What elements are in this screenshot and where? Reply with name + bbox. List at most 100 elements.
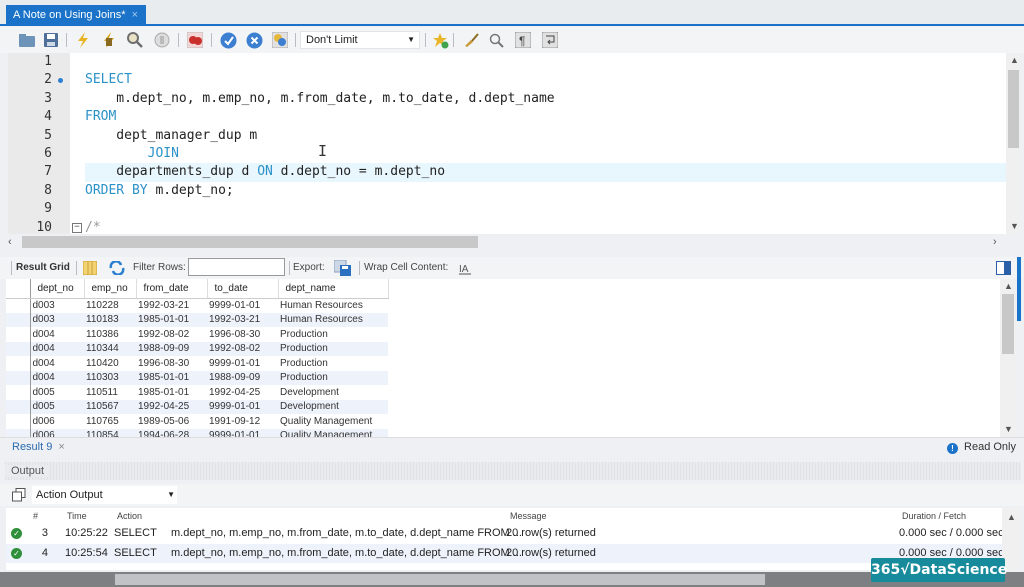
tab-result-9[interactable]: Result 9 × [12, 441, 65, 453]
table-cell[interactable]: 1996-08-30 [207, 327, 278, 342]
table-cell[interactable]: 9999-01-01 [207, 399, 278, 414]
table-cell[interactable]: Development [278, 385, 388, 400]
close-result-tab-icon[interactable]: × [58, 441, 64, 453]
table-cell[interactable]: 110420 [84, 356, 136, 371]
table-cell[interactable]: 110183 [84, 312, 136, 327]
table-cell[interactable]: 1985-01-01 [136, 370, 207, 385]
result-grid[interactable]: dept_no emp_no from_date to_date dept_na… [6, 279, 1000, 437]
table-cell[interactable]: 1988-09-09 [136, 341, 207, 356]
table-cell[interactable]: 9999-01-01 [207, 428, 278, 437]
column-header-to-date[interactable]: to_date [207, 279, 279, 299]
scroll-up-icon[interactable]: ▲ [1007, 512, 1016, 522]
execute-statement-icon[interactable] [100, 31, 118, 49]
table-cell[interactable]: Production [278, 356, 388, 371]
find-icon[interactable] [487, 31, 505, 49]
scroll-down-icon[interactable]: ▼ [1010, 221, 1019, 231]
panel-toggle-icon[interactable] [994, 259, 1012, 277]
row-header[interactable] [6, 414, 31, 429]
table-cell[interactable]: 1992-04-25 [136, 399, 207, 414]
row-header[interactable] [6, 399, 31, 414]
autocommit-icon[interactable] [271, 31, 289, 49]
table-cell[interactable]: Production [278, 370, 388, 385]
explain-icon[interactable] [126, 31, 144, 49]
sql-editor[interactable]: 1 2 SELECT 3 m.dept_no, m.emp_no, m.from_… [8, 53, 1006, 234]
toggle-error-icon[interactable] [186, 31, 204, 49]
table-cell[interactable]: d004 [30, 370, 84, 385]
table-cell[interactable]: Human Resources [278, 312, 388, 327]
table-row[interactable]: d003 110183 1985-01-01 1992-03-21 Human Reso… [6, 312, 388, 327]
table-cell[interactable]: 1994-06-28 [136, 428, 207, 437]
row-header[interactable] [6, 298, 31, 313]
export-icon[interactable] [333, 259, 351, 277]
execute-icon[interactable] [74, 31, 92, 49]
wrap-cell-icon[interactable]: IA [456, 259, 474, 277]
table-cell[interactable]: d004 [30, 356, 84, 371]
row-header[interactable] [6, 370, 31, 385]
table-cell[interactable]: 1985-01-01 [136, 312, 207, 327]
grid-vertical-scrollbar[interactable]: ▲ ▼ [1000, 279, 1016, 437]
table-cell[interactable]: Production [278, 341, 388, 356]
scrollbar-thumb[interactable] [1008, 70, 1019, 148]
table-row[interactable]: d004 110420 1996-08-30 9999-01-01 Production [6, 356, 388, 371]
table-cell[interactable]: Quality Management [278, 414, 388, 429]
column-header-dept-no[interactable]: dept_no [30, 279, 85, 299]
add-snippet-icon[interactable] [431, 31, 449, 49]
copy-icon[interactable] [10, 486, 28, 504]
column-header-emp-no[interactable]: emp_no [84, 279, 137, 299]
row-header[interactable] [6, 385, 31, 400]
table-cell[interactable]: d006 [30, 414, 84, 429]
table-cell[interactable]: 110303 [84, 370, 136, 385]
table-cell[interactable]: 1992-03-21 [207, 312, 278, 327]
table-cell[interactable]: 110765 [84, 414, 136, 429]
column-header-dept-name[interactable]: dept_name [278, 279, 389, 299]
side-panel-tab[interactable] [1017, 257, 1021, 321]
table-row[interactable]: d006 110854 1994-06-28 9999-01-01 Quality Ma… [6, 428, 388, 437]
table-row[interactable]: d004 110386 1992-08-02 1996-08-30 Production [6, 327, 388, 342]
table-row[interactable]: d004 110303 1985-01-01 1988-09-09 Production [6, 370, 388, 385]
table-cell[interactable]: d003 [30, 298, 84, 313]
scroll-down-icon[interactable]: ▼ [1004, 424, 1013, 434]
table-cell[interactable]: 1992-04-25 [207, 385, 278, 400]
table-cell[interactable]: 110854 [84, 428, 136, 437]
scrollbar-thumb[interactable] [115, 574, 765, 585]
row-header[interactable] [6, 356, 31, 371]
fold-toggle-icon[interactable]: − [72, 222, 82, 233]
table-cell[interactable]: 1985-01-01 [136, 385, 207, 400]
table-cell[interactable]: 110344 [84, 341, 136, 356]
table-cell[interactable]: 1996-08-30 [136, 356, 207, 371]
result-grid-button[interactable]: Result Grid [16, 262, 70, 273]
table-row[interactable]: d004 110344 1988-09-09 1992-08-02 Production [6, 341, 388, 356]
row-header[interactable] [6, 327, 31, 342]
editor-horizontal-scrollbar[interactable]: ‹ › [0, 235, 1024, 249]
table-cell[interactable]: 110386 [84, 327, 136, 342]
table-row[interactable]: d006 110765 1989-05-06 1991-09-12 Quality Ma… [6, 414, 388, 429]
output-row[interactable]: ✓ 4 10:25:54 SELECT m.dept_no, m.emp_no, m.f… [6, 544, 1002, 563]
table-cell[interactable]: 9999-01-01 [207, 356, 278, 371]
row-header[interactable] [6, 428, 31, 437]
table-cell[interactable]: Development [278, 399, 388, 414]
column-header-from-date[interactable]: from_date [136, 279, 208, 299]
table-cell[interactable]: 1989-05-06 [136, 414, 207, 429]
table-cell[interactable]: 110567 [84, 399, 136, 414]
scrollbar-thumb[interactable] [1002, 294, 1014, 354]
table-cell[interactable]: d003 [30, 312, 84, 327]
save-icon[interactable] [42, 31, 60, 49]
table-cell[interactable]: d004 [30, 341, 84, 356]
limit-rows-select[interactable]: Don't Limit ▼ [300, 31, 420, 49]
scroll-left-icon[interactable]: ‹ [8, 236, 12, 248]
table-cell[interactable]: 110228 [84, 298, 136, 313]
invisible-chars-icon[interactable]: ¶ [514, 31, 532, 49]
table-cell[interactable]: 1992-03-21 [136, 298, 207, 313]
stop-icon[interactable] [153, 31, 171, 49]
tab-a-note-on-using-joins[interactable]: A Note on Using Joins* × [6, 5, 146, 26]
scroll-up-icon[interactable]: ▲ [1010, 55, 1019, 65]
table-cell[interactable]: 1991-09-12 [207, 414, 278, 429]
editor-vertical-scrollbar[interactable]: ▲ ▼ [1006, 53, 1021, 234]
rollback-icon[interactable] [245, 31, 263, 49]
open-folder-icon[interactable] [18, 31, 36, 49]
output-type-select[interactable]: Action Output ▼ [32, 486, 177, 504]
row-header[interactable] [6, 341, 31, 356]
scrollbar-thumb[interactable] [22, 236, 478, 248]
grid-columns-icon[interactable] [81, 259, 99, 277]
scroll-up-icon[interactable]: ▲ [1004, 281, 1013, 291]
